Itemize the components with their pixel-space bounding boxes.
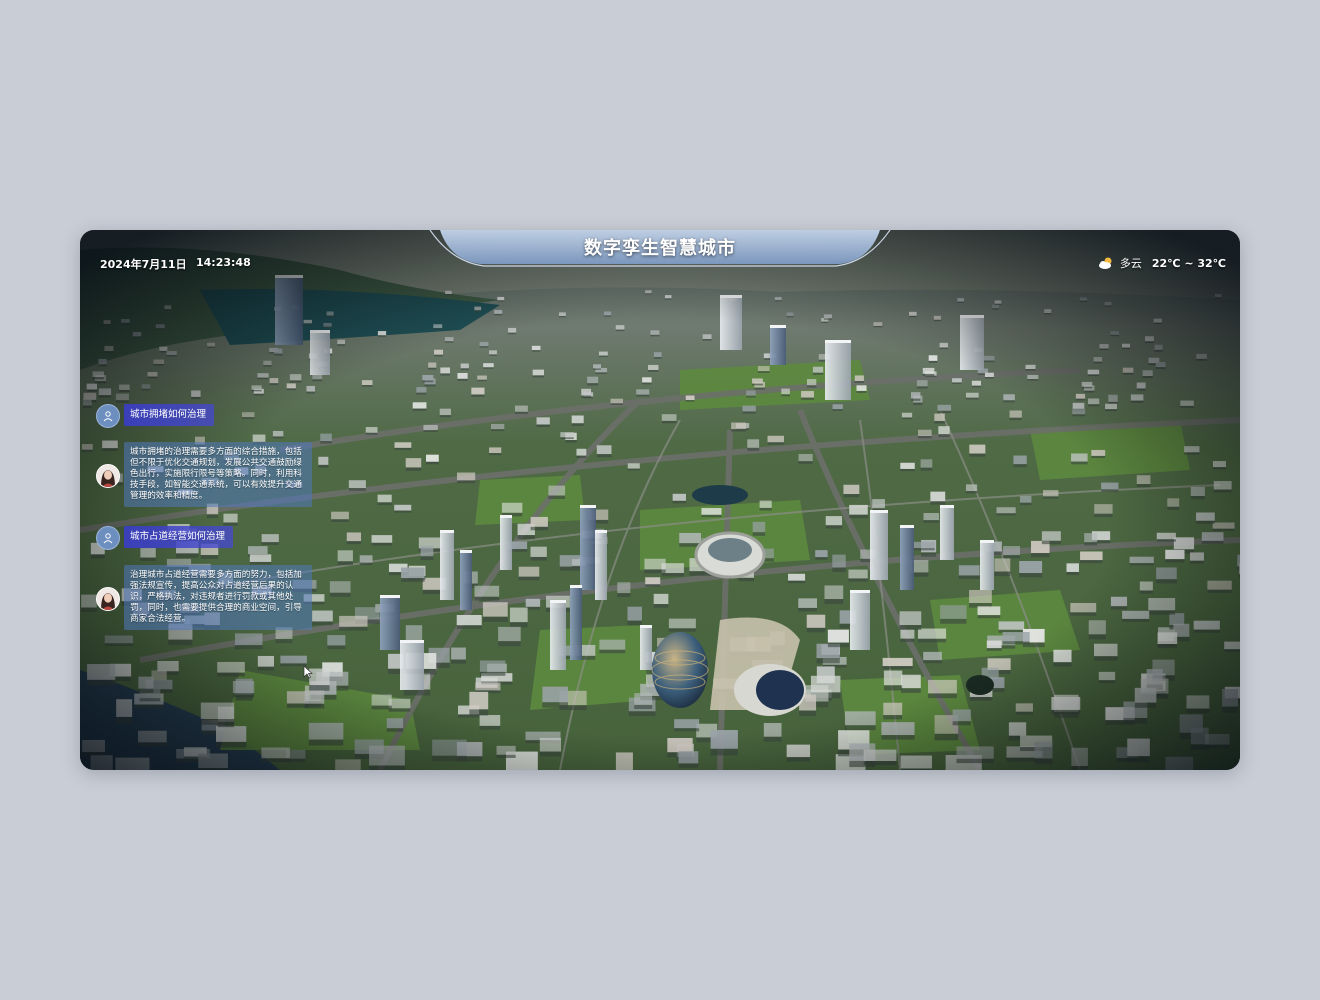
mouse-cursor-icon [303,665,313,679]
user-question-1[interactable]: 城市拥堵如何治理 [124,404,215,426]
temperature-range: 22℃ ~ 32℃ [1151,256,1226,270]
assistant-avatar [96,587,120,611]
user-avatar [96,404,120,428]
digital-twin-screen[interactable]: 数字孪生智慧城市 2024年7月11日 14:23:48 多云 22℃ ~ 32… [80,230,1240,770]
weather-widget: 多云 22℃ ~ 32℃ [1098,255,1226,271]
user-icon [103,411,113,422]
partly-cloudy-icon [1098,257,1112,269]
page-title: 数字孪生智慧城市 [584,238,736,259]
page-background: 数字孪生智慧城市 2024年7月11日 14:23:48 多云 22℃ ~ 32… [0,0,1320,1000]
assistant-portrait-icon [97,588,119,610]
user-question-2[interactable]: 城市占道经营如何治理 [124,526,234,548]
user-icon [103,533,113,544]
current-time: 14:23:48 [196,256,251,269]
assistant-avatar [96,464,120,488]
assistant-portrait-icon [97,465,119,487]
weather-condition: 多云 [1119,257,1142,270]
user-avatar [96,526,120,550]
current-date: 2024年7月11日 [100,258,187,271]
assistant-answer-1[interactable]: 城市拥堵的治理需要多方面的综合措施，包括但不限于优化交通规划，发展公共交通鼓励绿… [124,442,312,507]
assistant-answer-2[interactable]: 治理城市占道经营需要多方面的努力，包括加强法规宣传，提高公众对占道经营后果的认识… [124,565,312,630]
